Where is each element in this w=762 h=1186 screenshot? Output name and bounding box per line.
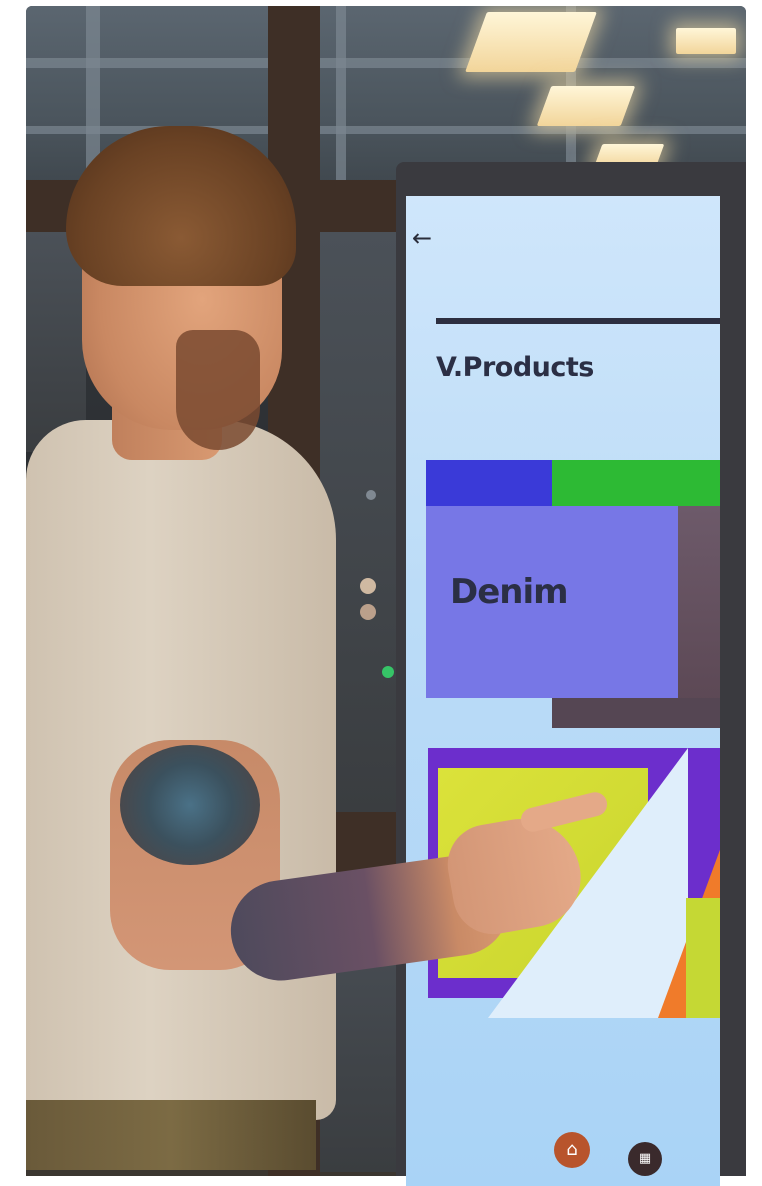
ceiling-light xyxy=(676,28,736,54)
tile-shadow xyxy=(552,698,720,728)
tile-label: Denim xyxy=(450,572,569,612)
kiosk-screen: ← V.Products Denim ⌂ ▦ xyxy=(406,196,720,1186)
ceiling-light xyxy=(536,86,636,126)
ceiling-beam xyxy=(336,6,346,186)
bokeh-light xyxy=(382,666,394,678)
bokeh-light xyxy=(366,490,376,500)
tile-accent-blue xyxy=(426,460,552,506)
bokeh-light xyxy=(360,604,376,620)
category-tile-denim[interactable]: Denim xyxy=(426,460,720,728)
page-title: V.Products xyxy=(436,352,594,383)
home-icon[interactable]: ⌂ xyxy=(554,1132,590,1168)
person-pants xyxy=(26,1100,316,1170)
bokeh-light xyxy=(360,578,376,594)
person-beard xyxy=(176,330,260,450)
qr-scan-icon[interactable]: ▦ xyxy=(628,1142,662,1176)
arrow-left-icon[interactable]: ← xyxy=(412,226,432,250)
tile-shape xyxy=(686,898,720,1018)
ceiling-beam xyxy=(26,58,746,68)
ceiling-light xyxy=(465,12,597,72)
tile-photo xyxy=(678,506,720,728)
glass-panel xyxy=(26,232,86,452)
tile-accent-green xyxy=(552,460,720,506)
tattoo xyxy=(120,745,260,865)
title-divider xyxy=(436,318,720,324)
